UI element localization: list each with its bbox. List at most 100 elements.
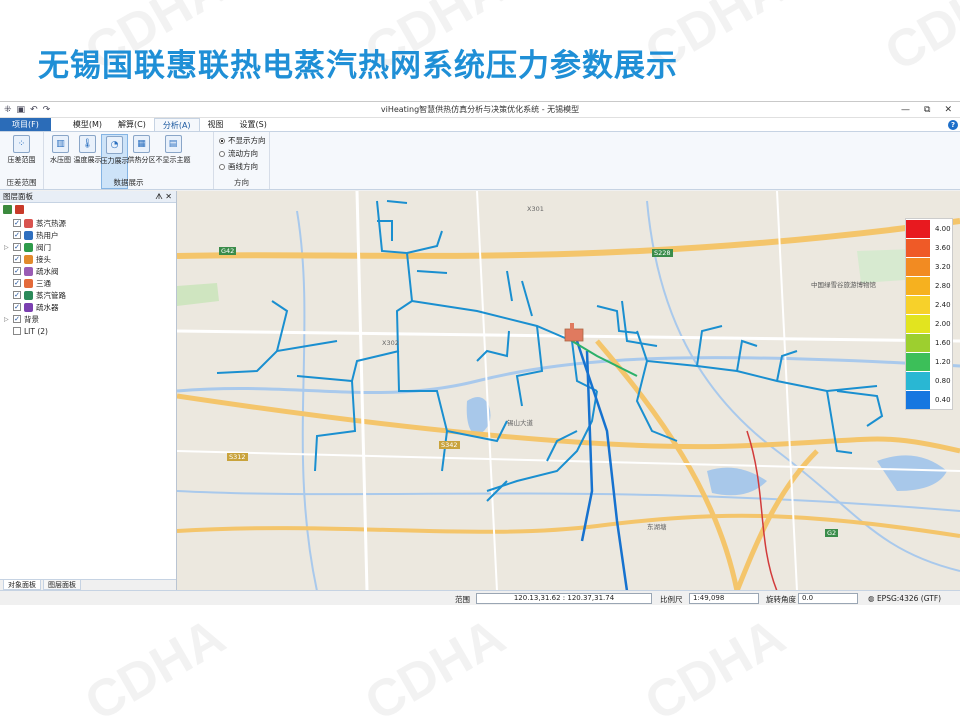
status-bar: 范围 120.13,31.62 : 120.37,31.74 比例尺 1:49,…	[0, 590, 960, 605]
layer-label: 接头	[36, 254, 51, 264]
layer-checkbox[interactable]: ✓	[13, 243, 21, 251]
layer-item[interactable]: ▷ ✓ 阀门	[4, 241, 176, 253]
rotation-field[interactable]: 0.0	[798, 593, 858, 604]
layer-item[interactable]: ✓ 热用户	[4, 229, 176, 241]
expand-arrow-icon[interactable]: ▷	[4, 244, 10, 251]
undo-icon[interactable]: ↶	[30, 105, 38, 115]
close-button[interactable]: ✕	[944, 105, 952, 115]
layer-label: 热用户	[36, 230, 59, 240]
main-steam-pipe	[575, 340, 629, 590]
map-label-g2: G2	[825, 529, 839, 537]
tab-object-panel[interactable]: 对象面板	[3, 580, 41, 590]
layer-label: 三通	[36, 278, 51, 288]
layer-item[interactable]: ✓ 疏水阀	[4, 265, 176, 277]
app-window: ⁜ ▣ ↶ ↷ viHeating智慧供热仿真分析与决策优化系统 - 无锡模型 …	[0, 101, 960, 605]
radio-no-direction[interactable]: 不显示方向	[219, 135, 266, 146]
layer-checkbox[interactable]: ✓	[13, 279, 21, 287]
layer-item[interactable]: ✓ 蒸汽管路	[4, 289, 176, 301]
minimize-button[interactable]: —	[901, 105, 910, 115]
menu-tab-analysis[interactable]: 分析(A)	[153, 118, 200, 131]
chimney-shape	[570, 323, 574, 330]
panel-pin-close-icon[interactable]: ᗑ ✕	[155, 191, 172, 203]
help-icon[interactable]: ?	[948, 120, 958, 130]
map-label-road: 锡山大道	[507, 419, 533, 427]
layer-item[interactable]: ✓ 蒸汽热源	[4, 217, 176, 229]
legend-swatch	[906, 219, 930, 238]
radio-flow-direction[interactable]: 流动方向	[219, 148, 266, 159]
radio-draw-direction[interactable]: 画线方向	[219, 161, 266, 172]
scale-label: 比例尺	[660, 595, 683, 604]
layer-checkbox[interactable]: ✓	[13, 255, 21, 263]
gauge-icon: ◔	[106, 136, 123, 154]
layer-checkbox[interactable]: ✓	[13, 267, 21, 275]
layer-label: 背景	[24, 314, 39, 324]
legend-item: 3.60	[906, 238, 952, 257]
layer-checkbox[interactable]: ✓	[13, 303, 21, 311]
menu-tab-view[interactable]: 视图	[200, 118, 232, 131]
workspace: 图层面板 ᗑ ✕ ✓ 蒸汽热源 ✓ 热用户 ▷ ✓ 阀门 ✓ 接头 ✓ 疏水阀 ✓ 三通 ✓ 蒸汽管路 ✓ 疏水…	[0, 191, 960, 590]
menu-file[interactable]: 项目(F)	[0, 118, 51, 131]
layer-checkbox[interactable]: ✓	[13, 291, 21, 299]
legend-swatch	[906, 238, 930, 257]
layer-label: LIT (2)	[24, 326, 48, 336]
map-label-x302: X302	[382, 339, 399, 347]
layer-symbol-icon	[24, 254, 33, 264]
layer-item[interactable]: ✓ 接头	[4, 253, 176, 265]
highway-road	[177, 513, 960, 538]
legend-item: 1.60	[906, 333, 952, 352]
crs-label[interactable]: ◍ EPSG:4326 (GTF)	[868, 594, 941, 603]
map-label-town: 东湖塘	[647, 523, 667, 531]
expand-arrow-icon[interactable]: ▷	[4, 316, 10, 323]
layer-item[interactable]: ▷ ✓ 背景	[4, 313, 176, 325]
layer-checkbox[interactable]: ✓	[13, 315, 21, 323]
layer-checkbox[interactable]: ✓	[13, 219, 21, 227]
range-field[interactable]: 120.13,31.62 : 120.37,31.74	[476, 593, 652, 604]
scale-field[interactable]: 1:49,098	[689, 593, 759, 604]
layer-label: 阀门	[36, 242, 51, 252]
layer-checkbox[interactable]: ✓	[13, 231, 21, 239]
restore-button[interactable]: ⧉	[924, 105, 930, 115]
legend-item: 0.80	[906, 371, 952, 390]
park-shape	[177, 283, 219, 306]
zone-icon: ▦	[133, 135, 150, 153]
heat-source-icon	[564, 328, 584, 342]
redo-icon[interactable]: ↷	[43, 105, 51, 115]
map-label-x301: X301	[527, 205, 544, 213]
slide: CDHA CDHA CDHA CDHA CDHA CDHA CDHA 无锡国联惠…	[0, 0, 960, 720]
legend-swatch	[906, 314, 930, 333]
menu-tab-solve[interactable]: 解算(C)	[110, 118, 154, 131]
menu-tab-settings[interactable]: 设置(S)	[232, 118, 275, 131]
watermark: CDHA	[635, 607, 795, 720]
map-label-s342: S342	[439, 441, 460, 449]
legend-item: 2.00	[906, 314, 952, 333]
save-icon[interactable]: ▣	[17, 105, 26, 115]
remove-layer-icon[interactable]	[15, 205, 24, 214]
map-canvas[interactable]	[177, 191, 960, 590]
ribbon-group-label: 方向	[234, 178, 249, 187]
map-view[interactable]: 中国绿雪谷旅游博物馆 锡山大道 G42 S228 G2 X301 S342 X3…	[177, 191, 960, 590]
map-label-s228: S228	[652, 249, 673, 257]
legend-value: 0.40	[935, 395, 951, 404]
legend-value: 2.80	[935, 281, 951, 290]
layer-item[interactable]: ✓ 疏水器	[4, 301, 176, 313]
layer-checkbox[interactable]	[13, 327, 21, 335]
watermark: CDHA	[75, 607, 235, 720]
add-layer-icon[interactable]	[3, 205, 12, 214]
legend-item: 2.80	[906, 276, 952, 295]
layer-item[interactable]: ✓ 三通	[4, 277, 176, 289]
menu-tab-model[interactable]: 模型(M)	[65, 118, 110, 131]
tab-layer-panel[interactable]: 图层面板	[43, 580, 81, 590]
app-icon: ⁜	[4, 104, 12, 115]
ribbon-group-label: 数据展示	[113, 178, 144, 187]
layer-symbol-icon	[24, 266, 33, 276]
watermark: CDHA	[875, 0, 960, 83]
thermometer-icon: 🌡	[79, 135, 96, 153]
menu-bar: 项目(F) 模型(M) 解算(C) 分析(A) 视图 设置(S) ?	[0, 118, 960, 132]
layer-label: 疏水阀	[36, 266, 59, 276]
legend-value: 2.00	[935, 319, 951, 328]
legend-item: 1.20	[906, 352, 952, 371]
layer-item[interactable]: LIT (2)	[4, 325, 176, 337]
lake-shape	[877, 455, 947, 491]
river-line	[177, 490, 960, 512]
legend-swatch	[906, 295, 930, 314]
